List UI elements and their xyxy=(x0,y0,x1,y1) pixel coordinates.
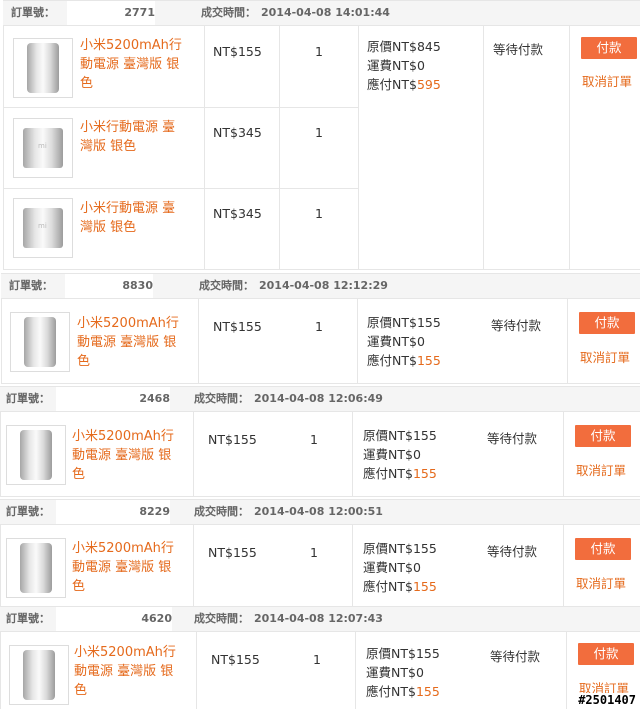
deal-time: 2014-04-08 12:00:51 xyxy=(254,505,383,518)
product-thumbnail[interactable] xyxy=(13,118,73,178)
product-name-link[interactable]: 小米5200mAh行動電源 臺灣版 银色 xyxy=(72,427,180,484)
item-price: NT$155 xyxy=(208,545,257,560)
price-summary: 原價NT$845 運費NT$0 應付NT$595 xyxy=(367,37,441,94)
order-body: 小米5200mAh行動電源 臺灣版 银色 NT$155 1 小米行動電源 臺灣版… xyxy=(3,26,640,270)
price-summary: 原價NT$155 運費NT$0 應付NT$155 xyxy=(366,644,440,701)
item-price: NT$345 xyxy=(213,125,262,140)
order-status: 等待付款 xyxy=(493,42,544,57)
product-name-link[interactable]: 小米5200mAh行動電源 臺灣版 银色 xyxy=(80,36,188,93)
payable-amount: 應付NT$595 xyxy=(367,77,441,92)
order-number-label: 訂單號： xyxy=(6,392,50,405)
product-thumbnail[interactable] xyxy=(6,538,66,598)
pay-button[interactable]: 付款 xyxy=(579,312,635,334)
deal-time-label: 成交時間： xyxy=(201,6,256,19)
price-summary: 原價NT$155 運費NT$0 應付NT$155 xyxy=(363,539,437,596)
order-number[interactable]: 8229 xyxy=(56,500,170,524)
product-thumbnail[interactable] xyxy=(10,312,70,372)
order-status: 等待付款 xyxy=(490,649,541,664)
item-price: NT$155 xyxy=(208,432,257,447)
item-quantity: 1 xyxy=(313,652,321,667)
item-price: NT$345 xyxy=(213,206,262,221)
item-quantity: 1 xyxy=(310,545,318,560)
product-name-link[interactable]: 小米行動電源 臺灣版 银色 xyxy=(80,199,188,237)
payable-amount: 應付NT$155 xyxy=(363,466,437,481)
order-number-label: 訂單號： xyxy=(6,612,50,625)
order-number[interactable]: 2468 xyxy=(56,387,170,411)
pay-button[interactable]: 付款 xyxy=(575,538,631,560)
deal-time: 2014-04-08 12:07:43 xyxy=(254,612,383,625)
deal-time: 2014-04-08 12:12:29 xyxy=(259,279,388,292)
order-status: 等待付款 xyxy=(491,318,542,333)
product-name-link[interactable]: 小米5200mAh行動電源 臺灣版 银色 xyxy=(74,643,182,700)
original-price: 原價NT$845 xyxy=(367,39,441,54)
order-number[interactable]: 8830 xyxy=(65,274,153,298)
shipping-fee: 運費NT$0 xyxy=(367,58,425,73)
original-price: 原價NT$155 xyxy=(367,315,441,330)
order-body: 小米5200mAh行動電源 臺灣版 银色 NT$155 1 原價NT$155 運… xyxy=(0,412,640,497)
order-body: 小米5200mAh行動電源 臺灣版 银色 NT$155 1 原價NT$155 運… xyxy=(1,299,640,384)
order-number[interactable]: 4620 xyxy=(56,607,172,631)
order-header: 訂單號： 8229 成交時間： 2014-04-08 12:00:51 xyxy=(0,499,640,525)
shipping-fee: 運費NT$0 xyxy=(367,334,425,349)
item-quantity: 1 xyxy=(315,44,323,59)
order-status: 等待付款 xyxy=(487,431,538,446)
price-summary: 原價NT$155 運費NT$0 應付NT$155 xyxy=(363,426,437,483)
pay-button[interactable]: 付款 xyxy=(581,37,637,59)
shipping-fee: 運費NT$0 xyxy=(366,665,424,680)
order-body: 小米5200mAh行動電源 臺灣版 银色 NT$155 1 原價NT$155 運… xyxy=(0,525,640,608)
item-quantity: 1 xyxy=(315,319,323,334)
price-summary: 原價NT$155 運費NT$0 應付NT$155 xyxy=(367,313,441,370)
order-number-label: 訂單號： xyxy=(6,505,50,518)
watermark-id: #2501407 xyxy=(578,693,636,707)
order-header: 訂單號： 2771 成交時間： 2014-04-08 14:01:44 xyxy=(3,0,640,26)
payable-amount: 應付NT$155 xyxy=(366,684,440,699)
order-body: 小米5200mAh行動電源 臺灣版 银色 NT$155 1 原價NT$155 運… xyxy=(0,632,640,709)
item-price: NT$155 xyxy=(213,319,262,334)
original-price: 原價NT$155 xyxy=(366,646,440,661)
product-thumbnail[interactable] xyxy=(6,425,66,485)
cancel-order-link[interactable]: 取消訂單 xyxy=(582,71,632,90)
original-price: 原價NT$155 xyxy=(363,541,437,556)
deal-time-label: 成交時間： xyxy=(194,392,249,405)
product-name-link[interactable]: 小米5200mAh行動電源 臺灣版 银色 xyxy=(77,314,185,371)
order-number[interactable]: 2771 xyxy=(67,1,155,25)
deal-time-label: 成交時間： xyxy=(199,279,254,292)
original-price: 原價NT$155 xyxy=(363,428,437,443)
item-price: NT$155 xyxy=(213,44,262,59)
cancel-order-link[interactable]: 取消訂單 xyxy=(580,347,630,366)
deal-time: 2014-04-08 14:01:44 xyxy=(261,6,390,19)
product-name-link[interactable]: 小米行動電源 臺灣版 银色 xyxy=(80,118,188,156)
item-quantity: 1 xyxy=(315,125,323,140)
order-header: 訂單號： 4620 成交時間： 2014-04-08 12:07:43 xyxy=(0,606,640,632)
product-thumbnail[interactable] xyxy=(9,645,69,705)
shipping-fee: 運費NT$0 xyxy=(363,447,421,462)
order-card: 訂單號： 8830 成交時間： 2014-04-08 12:12:29 小米52… xyxy=(1,273,640,384)
item-price: NT$155 xyxy=(211,652,260,667)
product-thumbnail[interactable] xyxy=(13,38,73,98)
product-thumbnail[interactable] xyxy=(13,198,73,258)
order-header: 訂單號： 8830 成交時間： 2014-04-08 12:12:29 xyxy=(1,273,640,299)
item-quantity: 1 xyxy=(315,206,323,221)
deal-time: 2014-04-08 12:06:49 xyxy=(254,392,383,405)
order-header: 訂單號： 2468 成交時間： 2014-04-08 12:06:49 xyxy=(0,386,640,412)
order-card: 訂單號： 2771 成交時間： 2014-04-08 14:01:44 小米52… xyxy=(3,0,640,270)
deal-time-label: 成交時間： xyxy=(194,505,249,518)
deal-time-label: 成交時間： xyxy=(194,612,249,625)
product-name-link[interactable]: 小米5200mAh行動電源 臺灣版 银色 xyxy=(72,539,180,596)
order-card: 訂單號： 4620 成交時間： 2014-04-08 12:07:43 小米52… xyxy=(0,606,640,709)
pay-button[interactable]: 付款 xyxy=(578,643,634,665)
pay-button[interactable]: 付款 xyxy=(575,425,631,447)
order-number-label: 訂單號： xyxy=(9,279,53,292)
order-card: 訂單號： 2468 成交時間： 2014-04-08 12:06:49 小米52… xyxy=(0,386,640,497)
order-number-label: 訂單號： xyxy=(11,6,55,19)
payable-amount: 應付NT$155 xyxy=(367,353,441,368)
cancel-order-link[interactable]: 取消訂單 xyxy=(576,573,626,592)
cancel-order-link[interactable]: 取消訂單 xyxy=(576,460,626,479)
shipping-fee: 運費NT$0 xyxy=(363,560,421,575)
item-quantity: 1 xyxy=(310,432,318,447)
order-card: 訂單號： 8229 成交時間： 2014-04-08 12:00:51 小米52… xyxy=(0,499,640,608)
payable-amount: 應付NT$155 xyxy=(363,579,437,594)
order-status: 等待付款 xyxy=(487,544,538,559)
